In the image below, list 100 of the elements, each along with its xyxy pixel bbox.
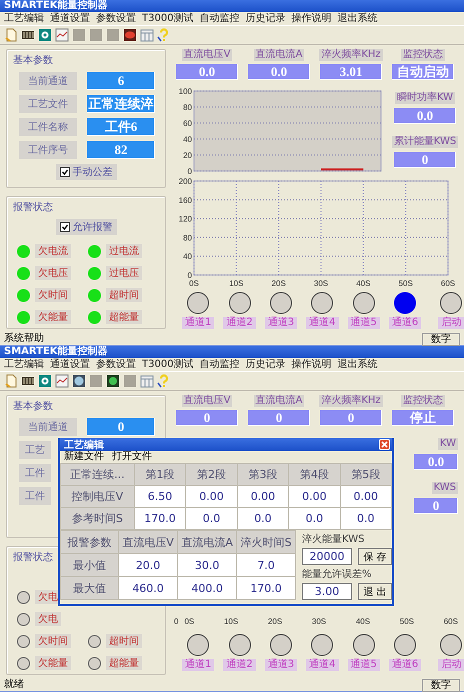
y-tick-label: 0 xyxy=(188,167,192,174)
readout-value: 3.01 xyxy=(320,64,382,80)
readout-value: 0 xyxy=(248,410,310,426)
table-cell: 0.00 xyxy=(186,486,238,508)
table-cell: 0.0 xyxy=(340,508,392,530)
readout-label: 淬火频率KHz xyxy=(319,49,383,61)
alarm-label: 欠电压 xyxy=(35,266,71,280)
table-header-cell: 报警参数 xyxy=(60,530,119,554)
menu-item[interactable]: 工艺编辑 xyxy=(4,358,44,370)
alarm-label: 过电压 xyxy=(106,266,142,280)
readout-label: 累计能量KWS xyxy=(392,136,458,148)
menu-item[interactable]: 操作说明 xyxy=(292,358,332,370)
dialog-button[interactable]: 保 存 xyxy=(358,548,392,565)
y-tick-label: 100 xyxy=(178,87,192,96)
x-tick-label: 40S xyxy=(356,279,370,288)
menu-item[interactable]: 通道设置 xyxy=(50,12,90,24)
status-text: 系统帮助 xyxy=(4,333,44,345)
checkbox-label: 允许报警 xyxy=(72,220,112,234)
status-text: 就绪 xyxy=(4,679,24,691)
readout-value: 0.0 xyxy=(248,64,310,80)
menu-item[interactable]: 自动监控 xyxy=(200,358,240,370)
table-header-cell: 控制电压V xyxy=(60,486,134,508)
table-cell: 6.50 xyxy=(134,486,186,508)
readout-label: KWS xyxy=(432,482,458,494)
menu-item[interactable]: 操作说明 xyxy=(292,12,332,24)
menu-item[interactable]: 历史记录 xyxy=(246,358,286,370)
group-title: 报警状态 xyxy=(13,550,53,564)
field-label: 工件 xyxy=(19,464,51,482)
alarm-label: 欠时间 xyxy=(35,288,71,302)
table-header-cell: 最大值 xyxy=(60,576,119,600)
readout-value: 0.0 xyxy=(394,108,456,124)
table-cell: 20.0 xyxy=(118,554,178,576)
x-tick-label: 20S xyxy=(268,617,282,626)
y-tick-label: 40 xyxy=(183,135,192,144)
table-header-cell: 淬火时间S xyxy=(236,530,296,554)
x-tick-label: 60S xyxy=(444,617,458,626)
field-value: 正常连续淬 xyxy=(87,95,155,113)
input-field[interactable]: 3.00 xyxy=(302,583,352,600)
menu-item[interactable]: 通道设置 xyxy=(50,358,90,370)
alarm-label: 欠时间 xyxy=(35,634,71,648)
y-tick-label: 0 xyxy=(174,617,178,626)
status-indicator: 数字 xyxy=(422,678,460,692)
table-header-cell: 第1段 xyxy=(134,464,186,486)
field-label: 能量允许误差% xyxy=(302,568,373,581)
menu-item[interactable]: 新建文件 xyxy=(64,451,104,463)
status-indicator: 数字 xyxy=(422,332,460,346)
field-label: 淬火能量KWS xyxy=(302,532,366,546)
x-tick-label: 30S xyxy=(312,617,326,626)
dialog-button[interactable]: 退 出 xyxy=(358,583,392,600)
menu-item[interactable]: 历史记录 xyxy=(246,12,286,24)
menu-item[interactable]: 参数设置 xyxy=(96,358,136,370)
menu-item[interactable]: 参数设置 xyxy=(96,12,136,24)
table-cell: 400.0 xyxy=(178,576,237,600)
dialog-title: 工艺编辑 xyxy=(64,438,104,450)
y-tick-label: 20 xyxy=(183,151,192,160)
readout-label: 淬火频率KHz xyxy=(319,395,383,407)
readout-label: 直流电流A xyxy=(254,395,304,407)
x-tick-label: 30S xyxy=(314,279,328,288)
readout-label: 监控状态 xyxy=(401,395,445,407)
table-header-cell: 第4段 xyxy=(288,464,340,486)
table-cell: 170.0 xyxy=(134,508,186,530)
table-cell: 0.00 xyxy=(340,486,392,508)
group-title: 基本参数 xyxy=(13,54,53,67)
menu-item[interactable]: T3000测试 xyxy=(142,12,194,24)
readout-label: 监控状态 xyxy=(401,49,445,61)
menu-item[interactable]: T3000测试 xyxy=(142,358,194,370)
field-label: 工艺 xyxy=(19,441,51,459)
input-field[interactable]: 20000 xyxy=(302,548,352,565)
menu-item[interactable]: 工艺编辑 xyxy=(4,12,44,24)
alarm-label: 欠能量 xyxy=(35,310,71,324)
alarm-label: 超能量 xyxy=(106,310,142,324)
y-tick-label: 80 xyxy=(183,103,192,112)
x-tick-label: 50S xyxy=(398,279,413,288)
readout-value: 自动启动 xyxy=(392,64,454,80)
menu-item[interactable]: 打开文件 xyxy=(112,451,152,463)
x-tick-label: 20S xyxy=(272,279,286,288)
group-title: 报警状态 xyxy=(13,200,53,214)
table-cell: 460.0 xyxy=(118,576,178,600)
y-tick-label: 120 xyxy=(178,214,192,224)
readout-value: 0 xyxy=(414,498,458,514)
table-header-cell: 参考时间S xyxy=(60,508,134,530)
table-cell: 7.0 xyxy=(236,554,296,576)
field-value: 0 xyxy=(87,418,155,436)
menu-item[interactable]: 退出系统 xyxy=(338,358,378,370)
readout-value: 0 xyxy=(320,410,382,426)
table-cell: 170.0 xyxy=(236,576,296,600)
readout-label: 瞬时功率KW xyxy=(394,92,456,104)
readout-value: 0.0 xyxy=(414,454,458,470)
field-label: 工艺文件 xyxy=(19,95,77,113)
readout-label: 直流电流A xyxy=(254,49,304,61)
field-value: 82 xyxy=(87,141,155,159)
field-value: 工件6 xyxy=(87,118,155,136)
table-header-cell: 最小值 xyxy=(60,554,119,576)
readout-value: 停止 xyxy=(392,410,454,426)
table-header-cell: 第5段 xyxy=(340,464,392,486)
menu-item[interactable]: 自动监控 xyxy=(200,12,240,24)
menu-item[interactable]: 退出系统 xyxy=(338,12,378,24)
alarm-label: 欠电流 xyxy=(35,244,71,258)
table-header-cell: 第2段 xyxy=(186,464,238,486)
x-tick-label: 0S xyxy=(184,617,194,626)
